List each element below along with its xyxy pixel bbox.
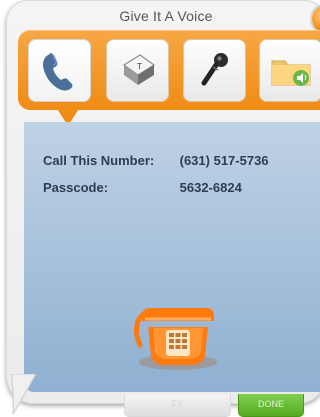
passcode-value: 5632-6824 <box>179 180 242 195</box>
tool-folder-audio-button[interactable] <box>259 39 320 102</box>
fx-button[interactable]: FX <box>124 394 231 417</box>
window-title: Give It A Voice <box>119 8 213 24</box>
microphone-icon <box>201 52 228 85</box>
orange-telephone-illustration-icon <box>134 308 217 370</box>
call-info-panel: Call This Number: (631) 517-5736 Passcod… <box>24 122 320 392</box>
key-letter-label: T <box>137 62 142 71</box>
tool-keyboard-button[interactable]: T <box>106 39 169 102</box>
tool-phone-button[interactable] <box>28 39 91 102</box>
telephone-handset-icon <box>42 52 72 90</box>
app-stage: Give It A Voice T Call This Number: (631… <box>0 0 320 417</box>
tool-microphone-button[interactable] <box>183 39 246 102</box>
folder-audio-icon <box>271 60 310 86</box>
done-button[interactable]: DONE <box>238 394 304 417</box>
call-number-row: Call This Number: (631) 517-5736 <box>43 153 269 168</box>
voice-panel: Give It A Voice T Call This Number: (631… <box>6 0 320 404</box>
call-number-value: (631) 517-5736 <box>179 153 269 168</box>
toolbar: T <box>18 30 320 110</box>
passcode-label: Passcode: <box>43 180 109 195</box>
call-number-label: Call This Number: <box>43 153 155 168</box>
speech-tail <box>11 374 37 415</box>
passcode-row: Passcode: 5632-6824 <box>43 180 242 195</box>
keyboard-key-icon: T <box>122 53 155 85</box>
